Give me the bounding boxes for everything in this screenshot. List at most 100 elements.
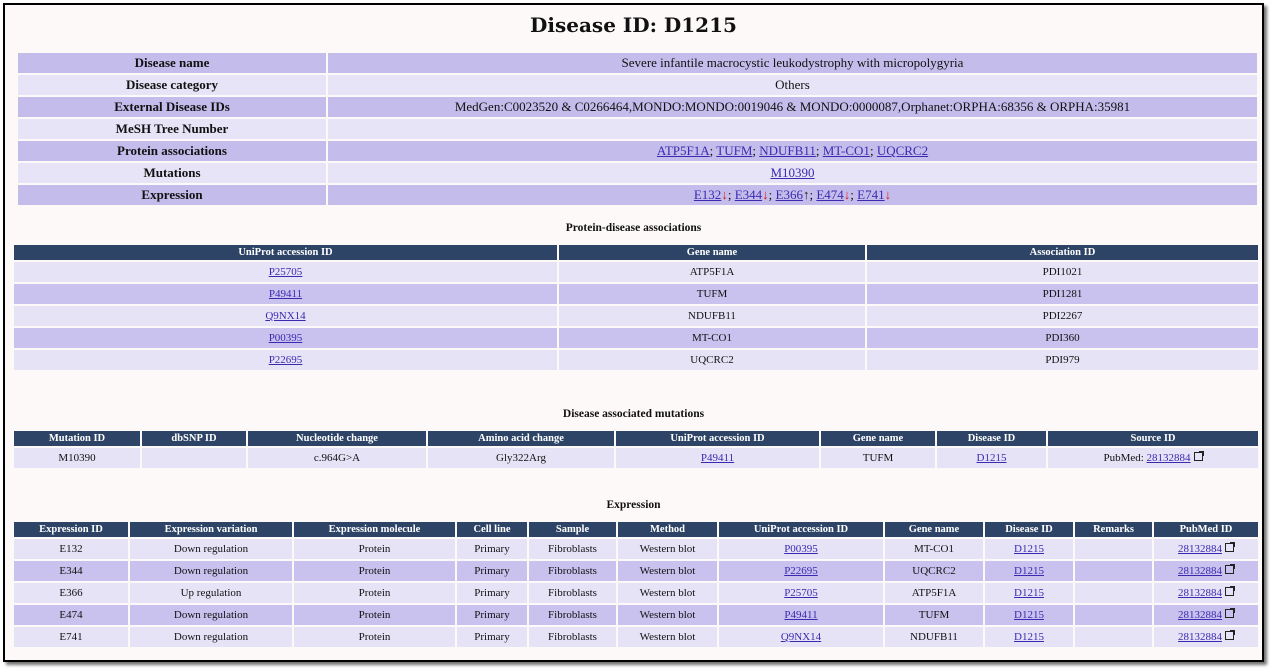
info-key: External Disease IDs bbox=[18, 97, 326, 117]
variation-cell: Down regulation bbox=[130, 539, 292, 559]
uniprot-link[interactable]: Q9NX14 bbox=[265, 310, 305, 322]
disease-link[interactable]: D1215 bbox=[1014, 609, 1044, 621]
gene-cell: UQCRC2 bbox=[559, 350, 865, 370]
column-header: Amino acid change bbox=[428, 431, 614, 446]
nucleotide-cell: c.964G>A bbox=[248, 448, 426, 468]
pubmed-link[interactable]: 28132884 bbox=[1147, 452, 1191, 464]
external-link-icon[interactable] bbox=[1225, 586, 1235, 596]
uniprot-link[interactable]: P49411 bbox=[701, 452, 734, 464]
pubmed-link[interactable]: 28132884 bbox=[1178, 609, 1222, 621]
column-header: Sample bbox=[529, 522, 616, 537]
column-header: Method bbox=[618, 522, 717, 537]
mutation-link[interactable]: M10390 bbox=[770, 165, 814, 180]
association-cell: PDI1021 bbox=[867, 262, 1258, 282]
uniprot-link[interactable]: P22695 bbox=[269, 354, 303, 366]
uniprot-link[interactable]: P49411 bbox=[269, 288, 302, 300]
separator: ; bbox=[815, 143, 823, 158]
column-header: UniProt accession ID bbox=[719, 522, 883, 537]
mutations-title: Disease associated mutations bbox=[562, 408, 705, 420]
mutations-table: Mutation ID dbSNP ID Nucleotide change A… bbox=[12, 429, 1260, 470]
table-header-row: Expression ID Expression variation Expre… bbox=[14, 522, 1258, 537]
expression-link[interactable]: E132 bbox=[694, 187, 721, 202]
expression-link[interactable]: E741 bbox=[857, 187, 884, 202]
uniprot-link[interactable]: P00395 bbox=[269, 332, 303, 344]
pubmed-link[interactable]: 28132884 bbox=[1178, 631, 1222, 643]
pubmed-link[interactable]: 28132884 bbox=[1178, 543, 1222, 555]
external-link-icon[interactable] bbox=[1193, 451, 1204, 461]
disease-link[interactable]: D1215 bbox=[977, 452, 1007, 464]
table-row: P49411 TUFM PDI1281 bbox=[14, 284, 1258, 304]
column-header: Nucleotide change bbox=[248, 431, 426, 446]
external-link-icon[interactable] bbox=[1225, 564, 1235, 574]
disease-link[interactable]: D1215 bbox=[1014, 543, 1044, 555]
uniprot-link[interactable]: P25705 bbox=[269, 266, 303, 278]
association-cell: PDI2267 bbox=[867, 306, 1258, 326]
mutations-value: M10390 bbox=[328, 163, 1257, 183]
protein-link[interactable]: NDUFB11 bbox=[759, 143, 816, 158]
protein-link[interactable]: UQCRC2 bbox=[877, 143, 928, 158]
molecule-cell: Protein bbox=[294, 583, 455, 603]
association-cell: PDI1281 bbox=[867, 284, 1258, 304]
pubmed-link[interactable]: 28132884 bbox=[1178, 587, 1222, 599]
association-cell: PDI360 bbox=[867, 328, 1258, 348]
expression-link[interactable]: E344 bbox=[735, 187, 762, 202]
external-link-icon[interactable] bbox=[1225, 608, 1235, 618]
expression-link[interactable]: E366 bbox=[776, 187, 803, 202]
disease-link[interactable]: D1215 bbox=[1014, 631, 1044, 643]
column-header: Disease ID bbox=[985, 522, 1073, 537]
remarks-cell bbox=[1075, 583, 1152, 603]
pubmed-link[interactable]: 28132884 bbox=[1178, 565, 1222, 577]
info-row-name: Disease name Severe infantile macrocysti… bbox=[18, 53, 1257, 73]
sample-cell: Fibroblasts bbox=[529, 627, 616, 647]
uniprot-link[interactable]: P49411 bbox=[784, 609, 817, 621]
column-header: Cell line bbox=[457, 522, 527, 537]
gene-cell: UQCRC2 bbox=[885, 561, 983, 581]
protein-link[interactable]: ATP5F1A bbox=[657, 143, 710, 158]
uniprot-link[interactable]: P22695 bbox=[784, 565, 818, 577]
disease-link[interactable]: D1215 bbox=[1014, 587, 1044, 599]
gene-cell: ATP5F1A bbox=[885, 583, 983, 603]
column-header: Expression molecule bbox=[294, 522, 455, 537]
pubmed-cell: 28132884 bbox=[1154, 539, 1258, 559]
protein-link[interactable]: TUFM bbox=[716, 143, 752, 158]
info-key: Protein associations bbox=[18, 141, 326, 161]
info-key: Disease category bbox=[18, 75, 326, 95]
disease-info-table: Disease name Severe infantile macrocysti… bbox=[16, 51, 1259, 207]
column-header: Source ID bbox=[1048, 431, 1258, 446]
remarks-cell bbox=[1075, 627, 1152, 647]
expression-link[interactable]: E474 bbox=[816, 187, 843, 202]
column-header: PubMed ID bbox=[1154, 522, 1258, 537]
uniprot-link[interactable]: P25705 bbox=[784, 587, 818, 599]
pubmed-cell: 28132884 bbox=[1154, 561, 1258, 581]
protein-associations-value: ATP5F1A; TUFM; NDUFB11; MT-CO1; UQCRC2 bbox=[328, 141, 1257, 161]
expression-value: E132↓; E344↓; E366↑; E474↓; E741↓ bbox=[328, 185, 1257, 205]
info-key: Expression bbox=[18, 185, 326, 205]
page-title: Disease ID: D1215 bbox=[530, 13, 737, 37]
protein-link[interactable]: MT-CO1 bbox=[823, 143, 870, 158]
disease-name-value: Severe infantile macrocystic leukodystro… bbox=[328, 53, 1257, 73]
disease-link[interactable]: D1215 bbox=[1014, 565, 1044, 577]
external-link-icon[interactable] bbox=[1225, 542, 1235, 552]
uniprot-cell: P00395 bbox=[719, 539, 883, 559]
expression-id-cell: E741 bbox=[14, 627, 128, 647]
method-cell: Western blot bbox=[618, 539, 717, 559]
protein-disease-table: UniProt accession ID Gene name Associati… bbox=[12, 243, 1260, 372]
sample-cell: Fibroblasts bbox=[529, 583, 616, 603]
page-frame: Disease ID: D1215 Disease name Severe in… bbox=[3, 3, 1264, 662]
column-header: Association ID bbox=[867, 245, 1258, 260]
remarks-cell bbox=[1075, 605, 1152, 625]
disease-cell: D1215 bbox=[985, 627, 1073, 647]
table-row: P00395 MT-CO1 PDI360 bbox=[14, 328, 1258, 348]
gene-cell: MT-CO1 bbox=[559, 328, 865, 348]
external-link-icon[interactable] bbox=[1225, 630, 1235, 640]
expression-id-cell: E344 bbox=[14, 561, 128, 581]
sample-cell: Fibroblasts bbox=[529, 539, 616, 559]
uniprot-cell: P22695 bbox=[719, 561, 883, 581]
uniprot-link[interactable]: Q9NX14 bbox=[781, 631, 821, 643]
uniprot-cell: P25705 bbox=[719, 583, 883, 603]
column-header: Remarks bbox=[1075, 522, 1152, 537]
uniprot-link[interactable]: P00395 bbox=[784, 543, 818, 555]
uniprot-cell: P49411 bbox=[719, 605, 883, 625]
info-row-category: Disease category Others bbox=[18, 75, 1257, 95]
table-row: P25705 ATP5F1A PDI1021 bbox=[14, 262, 1258, 282]
